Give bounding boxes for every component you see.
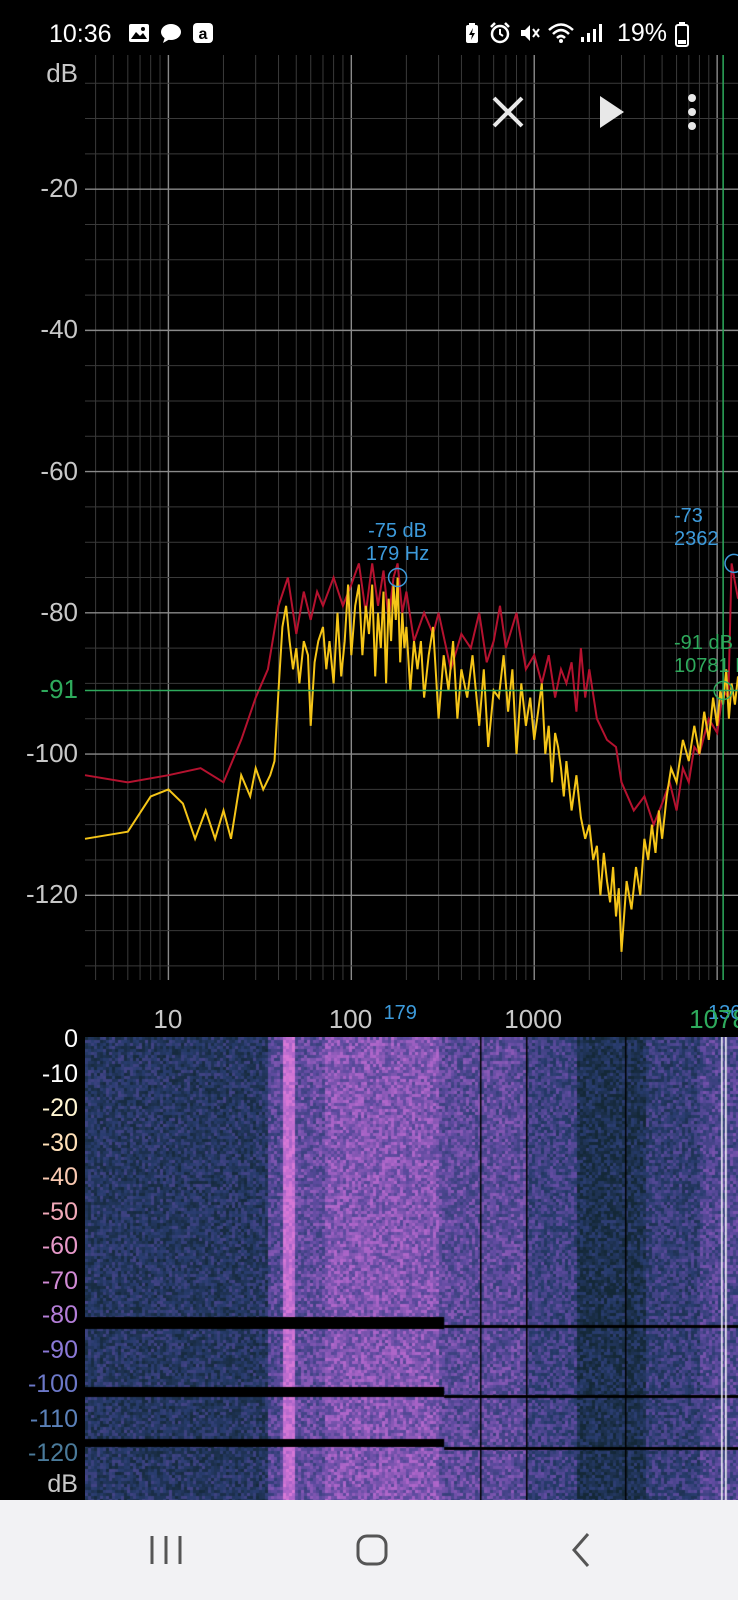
y-tick-label: -60 [40, 455, 78, 486]
signal-icon [581, 24, 602, 42]
mute-icon [521, 25, 540, 41]
cursor-x-tick-label: 10781 [689, 1004, 738, 1034]
peak-hz-label: 2362 [674, 528, 719, 551]
wifi-icon [548, 23, 574, 43]
chat-bubble-icon [161, 24, 181, 43]
peak-hz-label: 10781 Hz [674, 655, 738, 678]
y-tick-label: -80 [40, 596, 78, 627]
more-vert-icon[interactable] [670, 90, 714, 134]
spectrogram-db-label: -110 [29, 1404, 78, 1433]
recent-apps-icon[interactable] [138, 1522, 194, 1578]
battery-percent: 19% [617, 19, 668, 47]
spectrogram-db-label: -40 [41, 1163, 78, 1191]
gallery-icon [129, 24, 149, 42]
peak-db-label: -73 [674, 505, 703, 528]
spectrogram-db-label: -100 [27, 1370, 78, 1398]
y-tick-label: -20 [40, 173, 78, 204]
spectrogram[interactable] [85, 1037, 738, 1500]
battery-icon [675, 22, 689, 47]
battery-saver-icon [466, 23, 478, 43]
cursor-y-tick-label: -91 [40, 674, 78, 705]
peak-hz-label: 179 Hz [365, 542, 430, 565]
spectrogram-db-label: -60 [41, 1232, 78, 1260]
spectrogram-db-label: -30 [41, 1128, 78, 1157]
y-axis-unit-label: dB [46, 58, 78, 88]
y-tick-label: -120 [25, 879, 78, 910]
spectrogram-db-label: -90 [41, 1335, 78, 1364]
spectrogram-db-label: 0 [64, 1025, 78, 1053]
home-icon[interactable] [344, 1522, 400, 1578]
peak-marker-label: -91 dB10781 Hz [674, 632, 738, 678]
spectrogram-db-label: -50 [41, 1197, 78, 1226]
spectrogram-db-label: -10 [41, 1059, 78, 1088]
play-icon[interactable] [588, 90, 632, 134]
back-icon[interactable] [554, 1522, 610, 1578]
spectrogram-unit-label: dB [47, 1470, 78, 1498]
spectrogram-db-label: -20 [41, 1094, 78, 1122]
x-tick-label: 100 [328, 1004, 373, 1034]
spectrogram-db-label: -70 [41, 1266, 78, 1295]
navigation-bar [0, 1500, 738, 1600]
app-a-icon: a [193, 23, 213, 43]
spectrogram-db-label: -120 [27, 1439, 78, 1467]
peak-db-label: -91 dB [674, 632, 733, 655]
y-tick-label: -40 [40, 314, 78, 345]
spectrogram-db-label: -80 [41, 1301, 78, 1329]
peak-marker-label: -73 2362 [674, 505, 738, 551]
marker-x-tick-label: 179 [383, 1002, 417, 1024]
spectrum-chart[interactable] [0, 55, 738, 980]
y-tick-label: -100 [25, 738, 78, 769]
alarm-icon [490, 22, 510, 44]
status-time: 10:36 [49, 20, 112, 48]
close-icon[interactable] [486, 90, 530, 134]
peak-marker-label: -75 dB 179 Hz [348, 520, 448, 566]
svg-text:a: a [199, 26, 208, 43]
peak-db-label: -75 dB [368, 519, 428, 542]
x-tick-label: 1000 [504, 1004, 563, 1034]
x-tick-label: 10 [153, 1004, 183, 1034]
